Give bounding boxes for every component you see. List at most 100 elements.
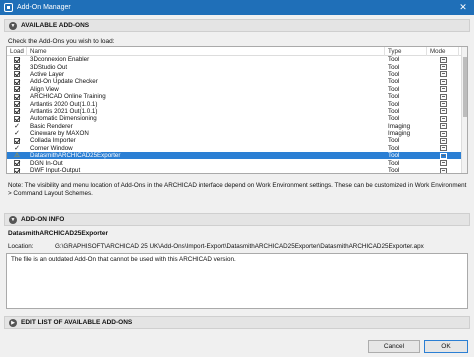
- load-cell[interactable]: [7, 167, 27, 173]
- mode-cell[interactable]: [427, 145, 459, 152]
- loaded-tick-icon[interactable]: ✓: [14, 123, 20, 130]
- cancel-button[interactable]: Cancel: [368, 340, 420, 353]
- load-checkbox[interactable]: [14, 115, 20, 122]
- column-name[interactable]: Name: [27, 47, 385, 56]
- addon-name: DatasmithARCHICAD25Exporter: [30, 152, 121, 160]
- window-title: Add-On Manager: [17, 4, 71, 11]
- load-cell[interactable]: [7, 78, 27, 85]
- mode-folder-icon[interactable]: [439, 160, 447, 167]
- addon-row[interactable]: ✓ Cineware by MAXON Imaging: [7, 130, 467, 137]
- addon-name: Artlantis 2020 Out(1.0.1): [30, 100, 98, 108]
- mode-cell[interactable]: [427, 56, 459, 63]
- mode-folder-icon[interactable]: [439, 123, 447, 130]
- mode-folder-icon[interactable]: [439, 130, 447, 137]
- mode-folder-icon[interactable]: [439, 101, 447, 108]
- mode-folder-icon[interactable]: [439, 137, 447, 144]
- mode-folder-icon[interactable]: [439, 108, 447, 115]
- close-window-button[interactable]: ✕: [456, 1, 470, 14]
- addon-row[interactable]: DGN In-Out Tool: [7, 159, 467, 167]
- load-checkbox[interactable]: [14, 101, 20, 108]
- mode-cell[interactable]: [427, 78, 459, 85]
- mode-folder-icon[interactable]: [439, 115, 447, 122]
- scrollbar-thumb[interactable]: [463, 57, 467, 117]
- load-checkbox[interactable]: [14, 64, 20, 71]
- load-cell[interactable]: [7, 86, 27, 93]
- mode-cell[interactable]: [427, 71, 459, 78]
- load-checkbox[interactable]: [14, 108, 20, 115]
- addons-list[interactable]: Load Name Type Mode 3Dconnexion Enabler T…: [6, 46, 468, 174]
- mode-cell[interactable]: [427, 123, 459, 130]
- mode-folder-icon[interactable]: [439, 93, 447, 100]
- mode-cell[interactable]: [427, 64, 459, 71]
- addon-row[interactable]: ARCHICAD Online Training Tool: [7, 93, 467, 100]
- load-cell[interactable]: [7, 137, 27, 144]
- column-load[interactable]: Load: [7, 47, 27, 56]
- load-cell[interactable]: ✓: [7, 130, 27, 137]
- addon-row[interactable]: 3Dconnexion Enabler Tool: [7, 56, 467, 63]
- addon-row[interactable]: Collada Importer Tool: [7, 137, 467, 144]
- mode-cell[interactable]: [427, 115, 459, 122]
- addon-row[interactable]: ✓ Corner Window Tool: [7, 145, 467, 152]
- list-scrollbar[interactable]: [461, 47, 467, 173]
- addon-name: Basic Renderer: [30, 122, 73, 130]
- mode-folder-icon[interactable]: [439, 145, 447, 152]
- mode-cell[interactable]: [427, 137, 459, 144]
- load-checkbox[interactable]: [14, 71, 20, 78]
- load-cell[interactable]: [7, 71, 27, 78]
- mode-cell[interactable]: [427, 160, 459, 167]
- load-checkbox[interactable]: [14, 56, 20, 63]
- edit-list-header[interactable]: ▶ EDIT LIST OF AVAILABLE ADD-ONS: [4, 316, 470, 329]
- mode-cell[interactable]: [427, 86, 459, 93]
- mode-cell[interactable]: [427, 93, 459, 100]
- load-cell[interactable]: ⚠: [7, 152, 27, 159]
- load-checkbox[interactable]: [14, 93, 20, 100]
- load-checkbox[interactable]: [14, 78, 20, 85]
- load-checkbox[interactable]: [14, 86, 20, 93]
- addon-row[interactable]: Artlantis 2021 Out(1.0.1) Tool: [7, 108, 467, 115]
- available-addons-header[interactable]: ▼ AVAILABLE ADD-ONS: [4, 19, 470, 32]
- mode-folder-icon[interactable]: [439, 152, 447, 159]
- mode-cell[interactable]: [427, 167, 459, 173]
- column-type[interactable]: Type: [385, 47, 427, 56]
- addon-row[interactable]: Automatic Dimensioning Tool: [7, 115, 467, 122]
- load-cell[interactable]: [7, 108, 27, 115]
- load-cell[interactable]: [7, 64, 27, 71]
- mode-folder-icon[interactable]: [439, 56, 447, 63]
- mode-cell[interactable]: [427, 101, 459, 108]
- ok-button[interactable]: OK: [424, 340, 468, 353]
- load-checkbox[interactable]: [14, 167, 20, 173]
- loaded-tick-icon[interactable]: ✓: [14, 130, 20, 137]
- load-cell[interactable]: [7, 93, 27, 100]
- load-cell[interactable]: [7, 115, 27, 122]
- addon-name: Corner Window: [30, 144, 73, 152]
- addon-info-header[interactable]: ▼ ADD-ON INFO: [4, 213, 470, 226]
- column-mode[interactable]: Mode: [427, 47, 459, 56]
- mode-folder-icon[interactable]: [439, 86, 447, 93]
- load-checkbox[interactable]: [14, 137, 20, 144]
- mode-folder-icon[interactable]: [439, 64, 447, 71]
- addon-type: Tool: [388, 100, 400, 108]
- mode-cell[interactable]: [427, 152, 459, 159]
- load-cell[interactable]: ✓: [7, 145, 27, 152]
- addon-row[interactable]: DWF Input-Output Tool: [7, 167, 467, 173]
- mode-cell[interactable]: [427, 130, 459, 137]
- mode-folder-icon[interactable]: [439, 78, 447, 85]
- addon-row[interactable]: ✓ Basic Renderer Imaging: [7, 123, 467, 130]
- load-cell[interactable]: [7, 101, 27, 108]
- addon-row[interactable]: Artlantis 2020 Out(1.0.1) Tool: [7, 100, 467, 108]
- addon-row[interactable]: Active Layer Tool: [7, 71, 467, 78]
- addon-row[interactable]: Add-On Update Checker Tool: [7, 78, 467, 85]
- mode-folder-icon[interactable]: [439, 167, 447, 173]
- addon-name: DGN In-Out: [30, 159, 63, 167]
- mode-folder-icon[interactable]: [439, 71, 447, 78]
- location-label: Location:: [8, 243, 34, 250]
- mode-cell[interactable]: [427, 108, 459, 115]
- addon-row[interactable]: 3DStudio Out Tool: [7, 63, 467, 71]
- addon-row[interactable]: Align View Tool: [7, 86, 467, 93]
- loaded-tick-icon[interactable]: ✓: [14, 145, 20, 152]
- load-cell[interactable]: [7, 56, 27, 63]
- load-checkbox[interactable]: [14, 160, 20, 167]
- addon-row[interactable]: ⚠ DatasmithARCHICAD25Exporter Tool: [7, 152, 467, 160]
- load-cell[interactable]: [7, 160, 27, 167]
- load-cell[interactable]: ✓: [7, 123, 27, 130]
